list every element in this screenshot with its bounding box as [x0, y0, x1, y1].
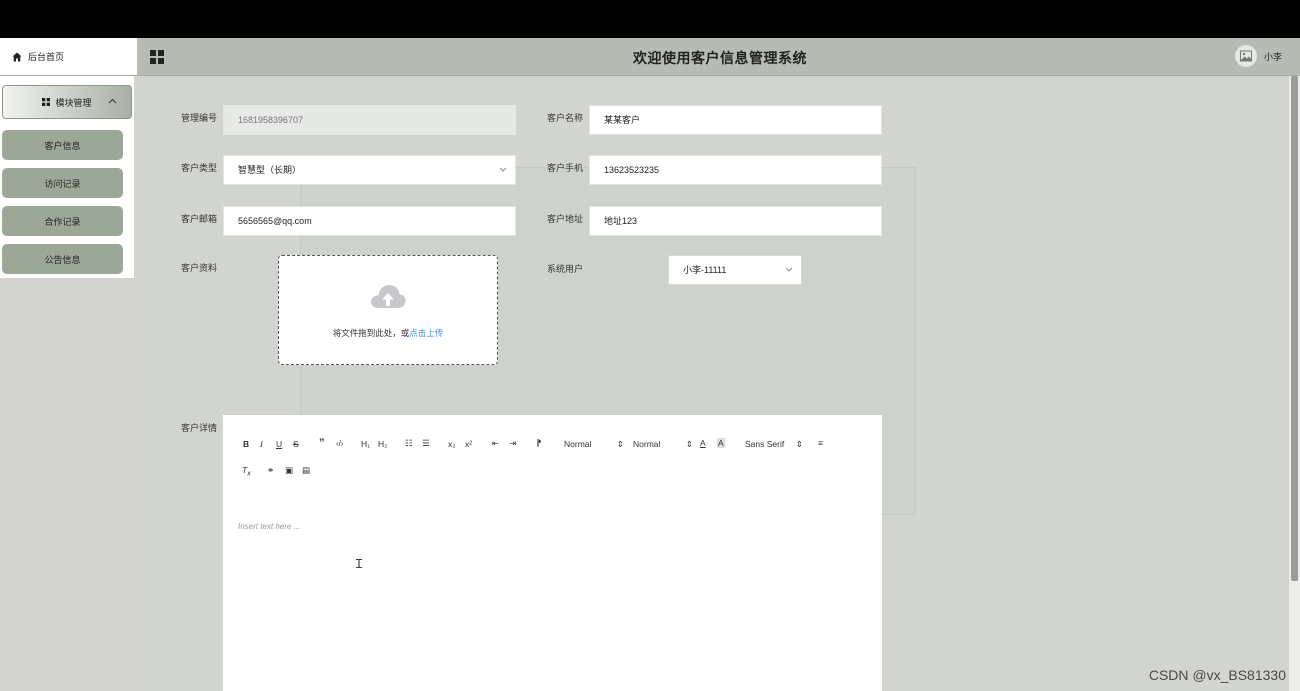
- clear-format-icon[interactable]: Tx: [242, 465, 251, 478]
- page-title: 欢迎使用客户信息管理系统: [633, 50, 807, 66]
- user-menu[interactable]: 小李: [1234, 45, 1282, 67]
- size-select-value: Normal: [633, 439, 661, 449]
- link-icon[interactable]: ⚭: [267, 465, 274, 476]
- system-user-select[interactable]: 小李-11111: [668, 255, 802, 285]
- strikethrough-icon[interactable]: S: [293, 439, 299, 449]
- ordered-list-icon[interactable]: ☷: [405, 438, 413, 449]
- module-management-label: 模块管理: [55, 97, 92, 108]
- app-header: 后台首页 欢迎使用客户信息管理系统 小李: [0, 38, 1300, 76]
- sidebar-item-visit-records[interactable]: 访问记录: [2, 168, 123, 198]
- sidebar-item-customer-info[interactable]: 客户信息: [2, 130, 123, 160]
- superscript-icon[interactable]: x²: [465, 439, 472, 449]
- sidebar-item-announcements[interactable]: 公告信息: [2, 244, 123, 274]
- video-insert-icon[interactable]: ▤: [302, 465, 310, 476]
- browser-top-bar: [0, 0, 1300, 38]
- sidebar-item-label: 公告信息: [44, 254, 81, 265]
- chevron-down-icon: [785, 267, 793, 272]
- customer-phone-field[interactable]: 13623523235: [589, 155, 882, 185]
- customer-type-value: 智慧型（长期）: [238, 165, 302, 175]
- system-user-value: 小李-11111: [683, 265, 727, 275]
- module-management-toggle[interactable]: 模块管理: [2, 85, 132, 119]
- underline-icon[interactable]: U: [276, 439, 282, 449]
- text-cursor-icon: Ｉ: [353, 557, 366, 571]
- upload-hint: 将文件拖到此处，或点击上传: [279, 327, 497, 339]
- font-select[interactable]: Sans Serif ⇕: [745, 439, 803, 449]
- sidebar-item-cooperation-records[interactable]: 合作记录: [2, 206, 123, 236]
- bold-icon[interactable]: B: [243, 439, 249, 449]
- image-icon: [1239, 50, 1252, 62]
- background-color-icon[interactable]: A: [717, 438, 725, 448]
- customer-address-field[interactable]: 地址123: [589, 206, 882, 236]
- customer-name-field[interactable]: 某某客户: [589, 105, 882, 135]
- upload-link[interactable]: 点击上传: [409, 328, 443, 338]
- italic-icon[interactable]: I: [260, 439, 263, 449]
- grid-icon: [42, 98, 51, 106]
- customer-detail-label: 客户详情: [181, 423, 218, 433]
- up-down-arrow-icon: ⇕: [795, 439, 803, 449]
- sidebar-item-label: 合作记录: [44, 216, 81, 227]
- font-select-value: Sans Serif: [745, 439, 785, 449]
- manage-id-field: 1681958396707: [223, 105, 516, 135]
- heading1-icon[interactable]: H₁: [361, 439, 370, 449]
- customer-type-select[interactable]: 智慧型（长期）: [223, 155, 516, 185]
- sidebar: 模块管理 客户信息 访问记录 合作记录 公告信息: [0, 76, 137, 691]
- up-down-arrow-icon: ⇕: [685, 439, 693, 449]
- header-select[interactable]: Normal ⇕: [564, 439, 624, 449]
- rich-text-editor[interactable]: B I U S ” ‹/› H₁ H₂ ☷ ☰ x₂ x² ⇤ ⇥ ⁋ Norm…: [223, 415, 882, 691]
- blockquote-icon[interactable]: ”: [319, 437, 325, 449]
- sidebar-panel: 模块管理 客户信息 访问记录 合作记录 公告信息: [0, 76, 134, 278]
- file-upload-dropzone[interactable]: 将文件拖到此处，或点击上传: [278, 255, 498, 365]
- user-name: 小李: [1263, 51, 1282, 62]
- heading2-icon[interactable]: H₂: [378, 439, 387, 449]
- sidebar-item-label: 客户信息: [44, 140, 81, 151]
- customer-name-label: 客户名称: [547, 113, 584, 123]
- text-direction-icon[interactable]: ⁋: [536, 438, 541, 449]
- manage-id-label: 管理编号: [181, 113, 218, 123]
- sidebar-item-label: 访问记录: [44, 178, 81, 189]
- system-user-label: 系统用户: [547, 264, 584, 274]
- indent-icon[interactable]: ⇥: [509, 438, 516, 449]
- scrollbar-thumb[interactable]: [1291, 76, 1298, 581]
- chevron-up-icon: [108, 98, 117, 104]
- code-block-icon[interactable]: ‹/›: [336, 439, 344, 448]
- customer-email-label: 客户邮箱: [181, 214, 218, 224]
- size-select[interactable]: Normal ⇕: [633, 439, 693, 449]
- customer-email-field[interactable]: 5656565@qq.com: [223, 206, 516, 236]
- cloud-upload-icon: [371, 284, 406, 308]
- customer-material-label: 客户资料: [181, 263, 218, 273]
- customer-phone-label: 客户手机: [547, 163, 584, 173]
- up-down-arrow-icon: ⇕: [616, 439, 624, 449]
- text-color-icon[interactable]: A: [700, 438, 706, 448]
- subscript-icon[interactable]: x₂: [448, 439, 456, 449]
- editor-placeholder: Insert text here ...: [238, 522, 301, 531]
- image-insert-icon[interactable]: ▣: [285, 465, 293, 476]
- watermark: CSDN @vx_BS81330: [1148, 667, 1286, 683]
- upload-hint-text: 将文件拖到此处，或: [332, 328, 410, 338]
- header-select-value: Normal: [564, 439, 592, 449]
- outdent-icon[interactable]: ⇤: [492, 438, 499, 449]
- main-content: 管理编号 1681958396707 客户名称 某某客户 客户类型 智慧型（长期…: [137, 76, 1289, 691]
- customer-type-label: 客户类型: [181, 163, 218, 173]
- customer-address-label: 客户地址: [547, 214, 584, 224]
- bullet-list-icon[interactable]: ☰: [422, 438, 430, 449]
- chevron-down-icon: [499, 167, 507, 172]
- avatar: [1234, 45, 1257, 67]
- align-icon[interactable]: ≡: [818, 438, 823, 448]
